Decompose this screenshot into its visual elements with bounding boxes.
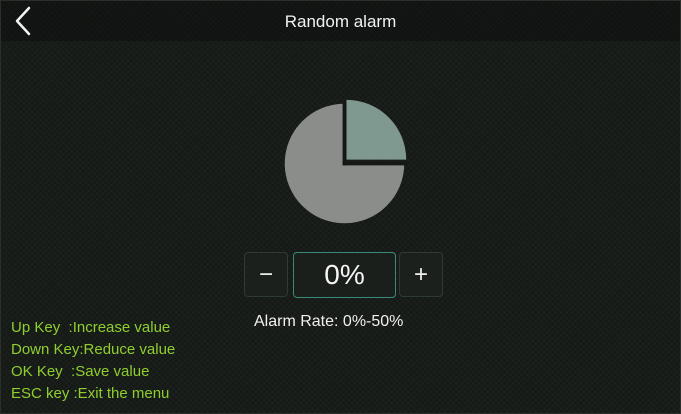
plus-label: + <box>413 260 428 288</box>
decrease-button[interactable]: − <box>244 252 288 297</box>
alarm-rate-range-label: Alarm Rate: 0%-50% <box>254 313 404 330</box>
help-line-esc-key: ESC key :Exit the menu <box>11 385 170 402</box>
alarm-rate-value-text: 0% <box>324 259 365 290</box>
help-line-down-key: Down Key:Reduce value <box>11 341 176 358</box>
page-title: Random alarm <box>284 12 397 31</box>
help-line-ok-key: OK Key :Save value <box>11 363 150 380</box>
alarm-rate-value[interactable]: 0% <box>293 252 396 298</box>
header-bar: Random alarm <box>1 1 680 41</box>
help-line-up-key: Up Key :Increase value <box>11 319 171 336</box>
pie-highlight-slice <box>346 99 407 160</box>
alarm-rate-pie-icon <box>284 99 409 224</box>
minus-label: − <box>258 260 273 288</box>
increase-button[interactable]: + <box>399 252 443 297</box>
